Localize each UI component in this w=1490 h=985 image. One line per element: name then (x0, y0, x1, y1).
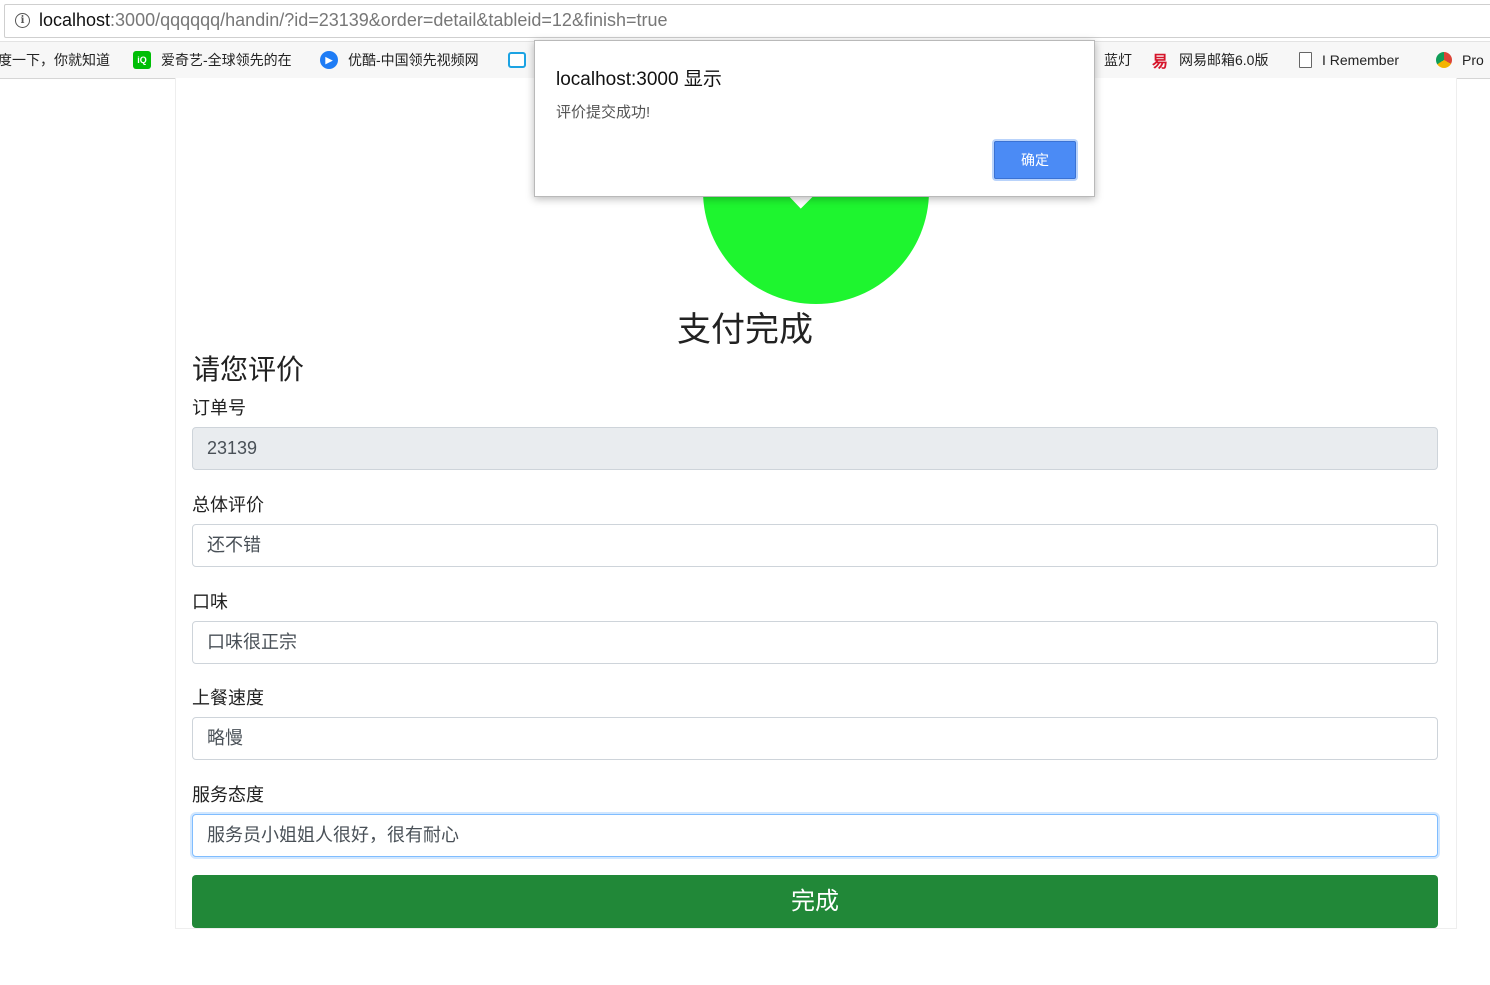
youku-icon: ▶ (320, 51, 338, 69)
alert-dialog: localhost:3000 显示 评价提交成功! 确定 (534, 40, 1095, 197)
taste-label: 口味 (192, 592, 228, 612)
bookmark-label: I Remember (1322, 52, 1400, 68)
bilibili-icon (508, 52, 526, 68)
service-attitude-label: 服务态度 (192, 785, 264, 805)
payment-complete-title: 支付完成 (677, 311, 813, 349)
bookmark-label: 蓝灯 (1104, 52, 1132, 68)
bookmark-youku[interactable]: ▶ 优酷-中国领先视频网 (320, 42, 484, 78)
bookmark-pro[interactable]: Pro (1436, 42, 1484, 78)
iqiyi-icon: iQ (133, 51, 151, 69)
order-number-field: 23139 (192, 427, 1438, 470)
address-bar: i localhost:3000/qqqqqq/handin/?id=23139… (0, 0, 1490, 42)
bookmark-landeng[interactable]: 蓝灯 (1104, 42, 1132, 78)
url-field[interactable]: i localhost:3000/qqqqqq/handin/?id=23139… (4, 4, 1490, 38)
dialog-message: 评价提交成功! (556, 104, 651, 121)
taste-field[interactable]: 口味很正宗 (192, 621, 1438, 664)
order-number-label: 订单号 (192, 398, 246, 418)
bookmark-label: 度一下，你就知道 (0, 52, 110, 68)
info-icon[interactable]: i (15, 13, 30, 28)
serving-speed-field[interactable]: 略慢 (192, 717, 1438, 760)
service-attitude-field[interactable]: 服务员小姐姐人很好，很有耐心 (192, 814, 1438, 857)
bookmark-netease-mail[interactable]: 易 网易邮箱6.0版 (1151, 42, 1268, 78)
overall-rating-label: 总体评价 (192, 495, 264, 515)
bookmark-label: 优酷-中国领先视频网 (348, 52, 479, 68)
page-icon (1299, 52, 1312, 68)
bookmark-bilibili[interactable] (508, 42, 536, 78)
dialog-ok-button[interactable]: 确定 (994, 141, 1076, 179)
bookmark-label: 爱奇艺-全球领先的在 (161, 52, 292, 68)
bookmark-i-remember[interactable]: I Remember (1299, 42, 1399, 78)
bookmark-label: Pro (1462, 52, 1484, 68)
complete-button[interactable]: 完成 (192, 875, 1438, 928)
url-text: localhost:3000/qqqqqq/handin/?id=23139&o… (39, 10, 668, 30)
overall-rating-field[interactable]: 还不错 (192, 524, 1438, 567)
bookmark-label: 网易邮箱6.0版 (1179, 52, 1269, 68)
bookmark-iqiyi[interactable]: iQ 爱奇艺-全球领先的在 (133, 42, 297, 78)
netease-mail-icon: 易 (1151, 54, 1168, 71)
bookmark-baidu[interactable]: 度一下，你就知道 (0, 42, 110, 78)
review-section-title: 请您评价 (192, 354, 305, 385)
serving-speed-label: 上餐速度 (192, 688, 264, 708)
dialog-title: localhost:3000 显示 (556, 69, 722, 90)
chrome-icon (1436, 52, 1452, 68)
